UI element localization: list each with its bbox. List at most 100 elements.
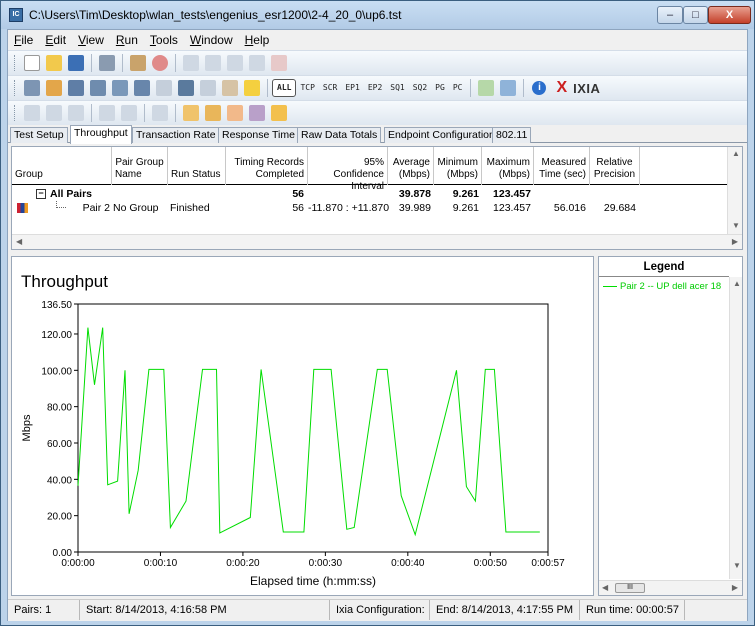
- maximize-button[interactable]: □: [683, 6, 708, 24]
- link-icon[interactable]: [134, 80, 150, 96]
- scroll-up-icon[interactable]: ▲: [733, 279, 741, 288]
- col-group[interactable]: Group: [12, 147, 112, 185]
- scroll-right-icon[interactable]: ▶: [732, 583, 738, 592]
- scroll-left-icon[interactable]: ◀: [602, 583, 608, 592]
- filter-scr-button[interactable]: SCR: [319, 80, 341, 96]
- menu-tools[interactable]: Tools: [144, 31, 184, 49]
- edit-pair-icon[interactable]: [68, 80, 84, 96]
- layout-icon[interactable]: [249, 105, 265, 121]
- status-pairs: Pairs: 1: [8, 600, 80, 620]
- legend-horizontal-scrollbar[interactable]: ◀ III ▶: [599, 580, 742, 595]
- col-confidence-interval[interactable]: 95% Confidence Interval: [308, 147, 388, 192]
- info-icon[interactable]: i: [532, 81, 547, 95]
- menu-help[interactable]: Help: [239, 31, 276, 49]
- filter-sq1-button[interactable]: SQ1: [386, 80, 408, 96]
- graph-zoom-icon[interactable]: [46, 105, 62, 121]
- minimize-button[interactable]: –: [657, 6, 683, 24]
- col-timing-records[interactable]: Timing Records Completed: [226, 147, 308, 185]
- col-average[interactable]: Average (Mbps): [388, 147, 434, 185]
- delete-icon[interactable]: [249, 55, 265, 71]
- find-icon[interactable]: [271, 55, 287, 71]
- window-icon[interactable]: [500, 80, 517, 96]
- add-pair-icon[interactable]: [24, 80, 40, 96]
- tab-raw-data-totals[interactable]: Raw Data Totals: [297, 127, 382, 143]
- legend-entry-pair-2[interactable]: Pair 2 -- UP dell acer 18: [603, 281, 729, 292]
- col-minimum[interactable]: Minimum (Mbps): [434, 147, 482, 185]
- toolbar-grip[interactable]: [14, 80, 17, 96]
- wand-icon[interactable]: [205, 105, 221, 121]
- compare-icon[interactable]: [99, 105, 115, 121]
- title-bar[interactable]: IC C:\Users\Tim\Desktop\wlan_tests\engen…: [1, 1, 754, 29]
- stop-icon[interactable]: [152, 55, 168, 71]
- summary-row[interactable]: − All Pairs 56 39.878 9.261 123.457: [12, 187, 728, 201]
- filter-sq2-button[interactable]: SQ2: [409, 80, 431, 96]
- table-icon[interactable]: [152, 105, 168, 121]
- paste-icon[interactable]: [227, 55, 243, 71]
- filter-pc-button[interactable]: PC: [449, 80, 467, 96]
- save-icon[interactable]: [68, 55, 84, 71]
- pen-icon[interactable]: [227, 105, 243, 121]
- legend-vertical-scrollbar[interactable]: ▲ ▼: [729, 277, 742, 579]
- toolbar-separator: [470, 79, 472, 97]
- scroll-right-icon[interactable]: ▶: [732, 237, 738, 246]
- new-file-icon[interactable]: [24, 55, 40, 71]
- options-icon[interactable]: [178, 80, 194, 96]
- merge-icon[interactable]: [121, 105, 137, 121]
- col-label-line1: Relative: [596, 157, 633, 168]
- brush-icon[interactable]: [271, 105, 287, 121]
- scroll-up-icon[interactable]: ▲: [732, 149, 740, 158]
- graph-icon[interactable]: [24, 105, 40, 121]
- open-folder-icon[interactable]: [46, 55, 62, 71]
- menu-view[interactable]: View: [72, 31, 110, 49]
- col-measured-time[interactable]: Measured Time (sec): [534, 147, 590, 185]
- close-button[interactable]: X: [708, 6, 751, 24]
- wizard-icon[interactable]: [183, 105, 199, 121]
- tab-transaction-rate[interactable]: Transaction Rate: [132, 127, 220, 143]
- graph-config-icon[interactable]: [68, 105, 84, 121]
- endpoint-icon[interactable]: [112, 80, 128, 96]
- grid-horizontal-scrollbar[interactable]: ◀ ▶: [12, 234, 742, 249]
- report-icon[interactable]: [200, 80, 216, 96]
- warning-icon[interactable]: [244, 80, 260, 96]
- scroll-down-icon[interactable]: ▼: [733, 561, 741, 570]
- menu-edit[interactable]: Edit: [39, 31, 72, 49]
- run-icon[interactable]: [130, 55, 146, 71]
- tab-throughput[interactable]: Throughput: [70, 125, 132, 144]
- tab-response-time[interactable]: Response Time: [218, 127, 299, 143]
- tab-test-setup[interactable]: Test Setup: [10, 127, 68, 143]
- app-icon[interactable]: IC: [9, 8, 23, 22]
- scroll-thumb[interactable]: III: [615, 583, 645, 593]
- tab-endpoint-configuration[interactable]: Endpoint Configuration: [384, 127, 499, 143]
- filter-ep2-button[interactable]: EP2: [364, 80, 386, 96]
- throughput-chart-panel: Throughput 0.00 20.00 40.00 60.00 80.00 100.0…: [11, 256, 594, 596]
- add-multicast-icon[interactable]: [46, 80, 62, 96]
- col-run-status[interactable]: Run Status: [168, 147, 226, 185]
- filter-ep1-button[interactable]: EP1: [341, 80, 363, 96]
- col-maximum[interactable]: Maximum (Mbps): [482, 147, 534, 185]
- x-tick-label: 0:00:30: [309, 558, 343, 569]
- filter-pg-button[interactable]: PG: [431, 80, 449, 96]
- script-icon[interactable]: [156, 80, 172, 96]
- menu-file[interactable]: File: [8, 31, 39, 49]
- filter-tcp-button[interactable]: TCP: [296, 80, 318, 96]
- col-relative-precision[interactable]: Relative Precision: [590, 147, 640, 185]
- scroll-down-icon[interactable]: ▼: [732, 221, 740, 230]
- col-pair-group-name[interactable]: Pair Group Name: [112, 147, 168, 185]
- cut-icon[interactable]: [183, 55, 199, 71]
- grid-vertical-scrollbar[interactable]: ▲ ▼: [727, 147, 742, 235]
- menu-run[interactable]: Run: [110, 31, 144, 49]
- toolbar-grip[interactable]: [14, 105, 17, 121]
- menu-window[interactable]: Window: [184, 31, 239, 49]
- export-icon[interactable]: [222, 80, 238, 96]
- print-icon[interactable]: [99, 55, 115, 71]
- y-tick-label: 40.00: [47, 475, 72, 486]
- copy-icon[interactable]: [205, 55, 221, 71]
- table-row[interactable]: Pair 2 No Group Finished 56 -11.870 : +1…: [12, 201, 728, 215]
- network-icon[interactable]: [90, 80, 106, 96]
- collapse-toggle[interactable]: −: [36, 189, 46, 199]
- toolbar-grip[interactable]: [14, 55, 17, 71]
- filter-all-button[interactable]: ALL: [272, 79, 297, 97]
- refresh-icon[interactable]: [478, 80, 495, 96]
- tab-802-11[interactable]: 802.11: [492, 127, 532, 143]
- scroll-left-icon[interactable]: ◀: [16, 237, 22, 246]
